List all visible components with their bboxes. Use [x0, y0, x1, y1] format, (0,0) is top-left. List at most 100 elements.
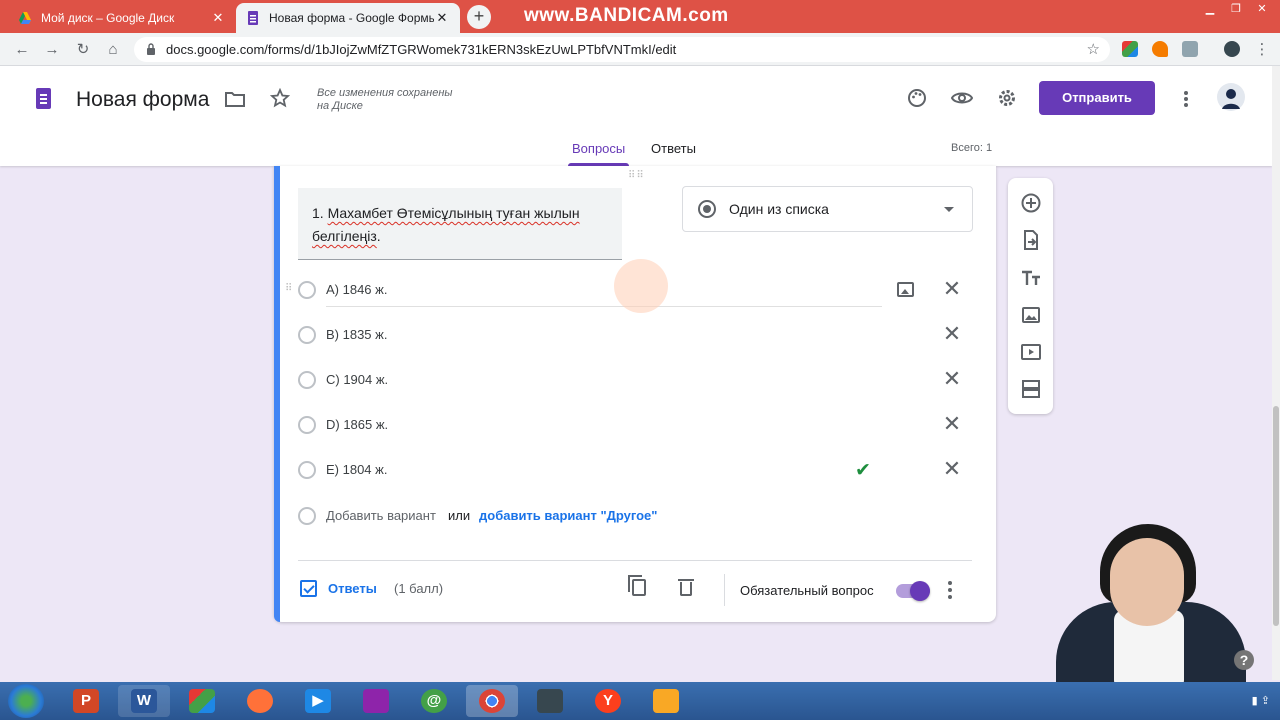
question-title-input[interactable]: 1. Махамбет Өтемісұлының туған жылын бел…: [298, 188, 622, 260]
more-options-icon[interactable]: [1183, 90, 1189, 108]
option-label[interactable]: А) 1846 ж.: [326, 282, 387, 297]
home-icon[interactable]: ⌂: [103, 40, 123, 60]
palette-icon[interactable]: [907, 88, 927, 108]
back-icon[interactable]: ←: [12, 40, 32, 60]
add-title-icon[interactable]: [1020, 267, 1042, 289]
archive-icon: [363, 689, 389, 713]
remove-option-icon[interactable]: ✕: [942, 368, 962, 390]
help-icon[interactable]: ?: [1234, 650, 1254, 670]
taskbar-mail[interactable]: @: [408, 685, 460, 717]
reload-icon[interactable]: ↻: [73, 40, 93, 60]
drag-handle-icon[interactable]: ⠿: [285, 283, 292, 294]
system-tray-icon[interactable]: ▮ ⇪: [1252, 694, 1270, 707]
question-text: Махамбет Өтемісұлының туған жылын: [327, 205, 580, 221]
radio-icon: [298, 326, 316, 344]
dropdown-arrow-icon: [944, 207, 954, 212]
bandicam-icon: [537, 689, 563, 713]
question-line: белгілеңіз.: [312, 225, 608, 248]
google-forms-logo-icon[interactable]: [36, 88, 51, 109]
more-options-icon[interactable]: [948, 581, 952, 599]
play-icon: ▶: [305, 689, 331, 713]
taskbar-firefox[interactable]: [234, 685, 286, 717]
floating-toolbar: [1008, 178, 1053, 414]
answer-key-label: Ответы: [328, 581, 377, 596]
remove-option-icon[interactable]: ✕: [942, 458, 962, 480]
question-line: 1. Махамбет Өтемісұлының туған жылын: [312, 202, 608, 225]
minimize-icon[interactable]: ▁: [1200, 2, 1220, 16]
duplicate-icon[interactable]: [628, 575, 646, 596]
profile-avatar[interactable]: [1224, 41, 1240, 57]
extension-icon[interactable]: [1152, 41, 1168, 57]
add-other-option-link[interactable]: добавить вариант "Другое": [479, 508, 657, 523]
option-label[interactable]: В) 1835 ж.: [326, 327, 387, 342]
forms-header: Новая форма Все изменения сохранены на Д…: [0, 66, 1272, 166]
bookmark-star-icon[interactable]: ☆: [1087, 37, 1100, 62]
remove-option-icon[interactable]: ✕: [942, 413, 962, 435]
taskbar-explorer[interactable]: [640, 685, 692, 717]
option-row[interactable]: В) 1835 ж. ✕: [298, 315, 978, 355]
question-type-select[interactable]: Один из списка: [682, 186, 973, 232]
remove-option-icon[interactable]: ✕: [942, 278, 962, 300]
maximize-icon[interactable]: ❐: [1226, 2, 1246, 16]
chrome-icon: [479, 689, 505, 713]
option-label[interactable]: D) 1865 ж.: [326, 417, 388, 432]
tab-google-drive[interactable]: Мой диск – Google Диск ✕: [8, 3, 236, 33]
account-avatar[interactable]: [1217, 83, 1245, 111]
tab-label: Новая форма - Google Формы: [269, 11, 434, 25]
question-number: 1.: [312, 205, 328, 221]
preview-eye-icon[interactable]: [951, 90, 973, 106]
page-scrollbar[interactable]: [1272, 66, 1280, 680]
apps-grid-icon: [189, 689, 215, 713]
option-row[interactable]: D) 1865 ж. ✕: [298, 405, 978, 445]
import-questions-icon[interactable]: [1020, 229, 1042, 251]
tab-label: Мой диск – Google Диск: [41, 11, 175, 25]
windows-taskbar: P W ▶ @ Y ▮ ⇪: [0, 682, 1280, 720]
extension-icon[interactable]: [1122, 41, 1138, 57]
drag-handle-icon[interactable]: ⠿⠿: [628, 170, 645, 181]
option-row[interactable]: С) 1904 ж. ✕: [298, 360, 978, 400]
tab-google-forms[interactable]: Новая форма - Google Формы ✕: [236, 3, 460, 33]
extension-icon[interactable]: [1182, 41, 1198, 57]
option-label[interactable]: Е) 1804 ж.: [326, 462, 387, 477]
send-button[interactable]: Отправить: [1039, 81, 1155, 115]
taskbar-player[interactable]: ▶: [292, 685, 344, 717]
close-tab-icon[interactable]: ✕: [210, 10, 226, 26]
taskbar-apps[interactable]: [176, 685, 228, 717]
folder-icon[interactable]: [225, 90, 245, 108]
taskbar-bandicam[interactable]: [524, 685, 576, 717]
add-image-icon[interactable]: [1020, 304, 1042, 326]
new-tab-button[interactable]: +: [467, 5, 491, 29]
option-row[interactable]: Е) 1804 ж. ✔ ✕: [298, 450, 978, 490]
save-status: Все изменения сохранены на Диске: [317, 87, 467, 113]
add-image-icon[interactable]: [897, 282, 914, 297]
taskbar-yandex[interactable]: Y: [582, 685, 634, 717]
settings-gear-icon[interactable]: [997, 88, 1017, 108]
taskbar-powerpoint[interactable]: P: [60, 685, 112, 717]
forward-icon[interactable]: →: [42, 40, 62, 60]
taskbar-chrome[interactable]: [466, 685, 518, 717]
tab-questions[interactable]: Вопросы: [567, 141, 630, 166]
url-input[interactable]: docs.google.com/forms/d/1bJIojZwMfZTGRWo…: [134, 37, 1110, 62]
delete-trash-icon[interactable]: [678, 579, 694, 596]
question-card[interactable]: ⠿⠿ 1. Махамбет Өтемісұлының туған жылын …: [274, 166, 996, 622]
start-button[interactable]: [8, 684, 44, 718]
taskbar-word[interactable]: W: [118, 685, 170, 717]
close-window-icon[interactable]: ✕: [1252, 2, 1272, 16]
add-video-icon[interactable]: [1020, 341, 1042, 363]
presenter-face: [1110, 538, 1184, 626]
browser-menu-icon[interactable]: ⋮: [1252, 40, 1272, 60]
remove-option-icon[interactable]: ✕: [942, 323, 962, 345]
add-question-icon[interactable]: [1020, 192, 1042, 214]
option-label[interactable]: С) 1904 ж.: [326, 372, 388, 387]
required-toggle[interactable]: [896, 581, 930, 601]
taskbar-archive[interactable]: [350, 685, 402, 717]
presenter-webcam: ?: [1036, 490, 1272, 682]
scrollbar-thumb[interactable]: [1273, 406, 1279, 626]
add-section-icon[interactable]: [1020, 378, 1042, 400]
window-controls: ▁ ❐ ✕: [1200, 2, 1272, 16]
tab-responses[interactable]: Ответы: [651, 141, 696, 156]
form-title[interactable]: Новая форма: [76, 88, 209, 112]
star-icon[interactable]: [270, 88, 290, 108]
add-option-link[interactable]: Добавить вариант: [326, 508, 436, 523]
close-tab-icon[interactable]: ✕: [434, 10, 450, 26]
